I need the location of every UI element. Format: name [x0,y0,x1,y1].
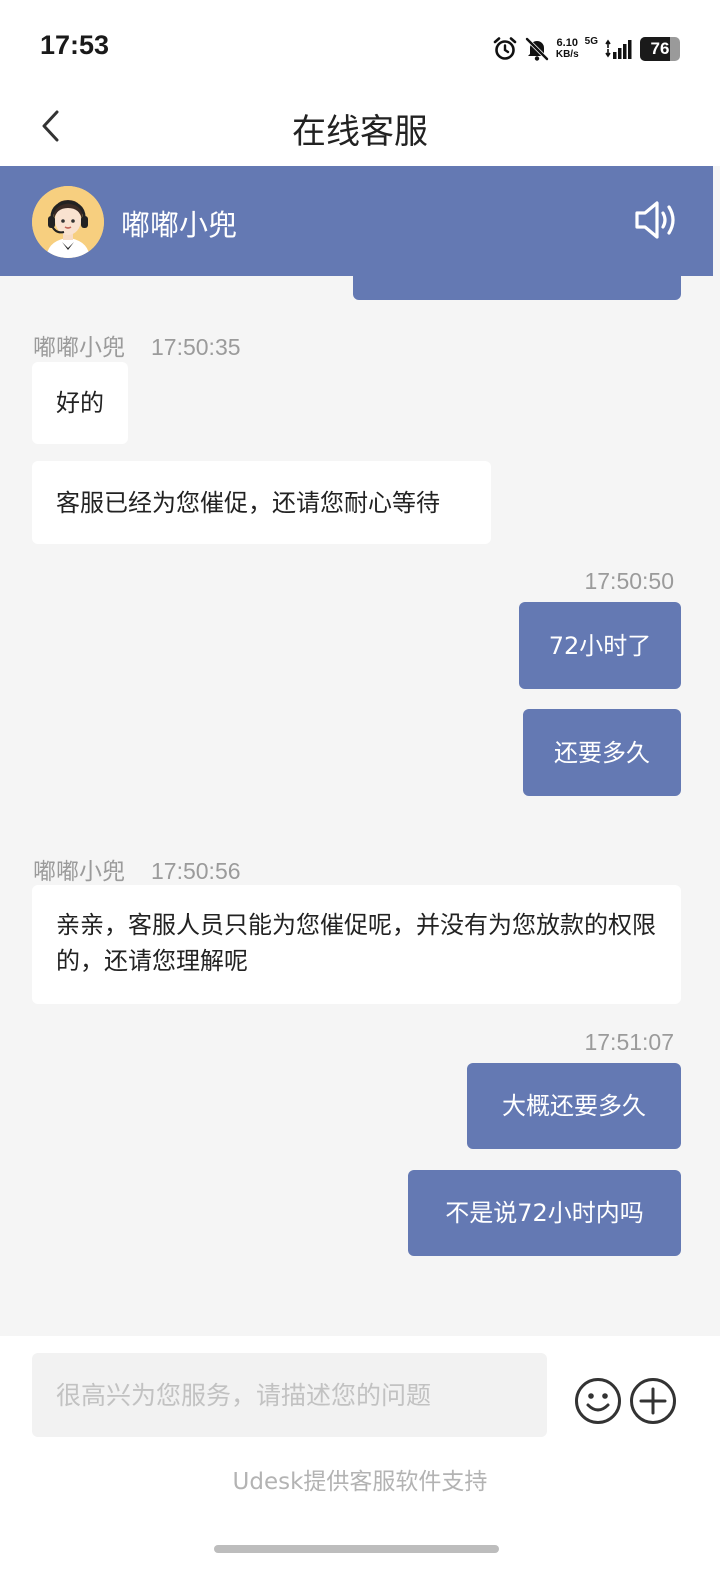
message-text: 不是说72小时内吗 [445,1199,644,1227]
agent-name: 嘟嘟小兜 [121,208,238,242]
emoji-button[interactable] [574,1377,622,1425]
message-text: 还要多久 [554,738,650,767]
message-meta: 嘟嘟小兜 17:50:35 [33,328,241,362]
message-time: 17:50:50 [584,568,674,594]
incoming-message-bubble: 亲亲，客服人员只能为您催促呢，并没有为您放款的权限的，还请您理解呢 [32,885,681,1004]
agent-header: 嘟嘟小兜 [0,166,713,276]
message-text: 大概还要多久 [502,1092,646,1120]
bell-off-icon [525,37,549,61]
message-time: 17:51:07 [584,1029,674,1055]
incoming-message-bubble: 客服已经为您催促，还请您耐心等待 [32,461,491,544]
message-input[interactable] [32,1353,547,1437]
message-text: 亲亲，客服人员只能为您催促呢，并没有为您放款的权限的，还请您理解呢 [56,911,656,975]
battery-icon: 76 [640,37,680,61]
message-text: 客服已经为您催促，还请您耐心等待 [56,488,440,517]
status-icons: 6.10 KB/s 5G 76 [492,34,680,64]
plus-button[interactable] [629,1377,677,1425]
sender-name: 嘟嘟小兜 [33,334,125,360]
status-time: 17:53 [40,30,110,60]
alarm-icon [493,37,517,60]
input-area: Udesk提供客服软件支持 [0,1336,720,1584]
sender-name: 嘟嘟小兜 [33,858,125,884]
incoming-message-bubble: 好的 [32,362,128,444]
battery-level: 76 [650,39,670,58]
message-text: 好的 [56,389,104,417]
net-speed-value: 6.10 [556,37,578,49]
agent-headset-avatar-icon [32,186,104,258]
powered-by-text: Udesk提供客服软件支持 [232,1469,488,1495]
signal-icon [605,39,632,59]
page-title: 在线客服 [292,112,428,152]
network-type: 5G [584,35,598,47]
net-speed: 6.10 KB/s [556,37,579,61]
message-time: 17:50:35 [151,334,241,360]
message-text: 72小时了 [548,631,652,660]
message-meta: 嘟嘟小兜 17:50:56 [33,852,241,886]
plus-icon [630,1378,676,1424]
outgoing-message-bubble: 72小时了 [519,602,681,689]
message-time: 17:50:56 [151,858,241,884]
outgoing-message-bubble-partial [353,276,681,300]
outgoing-message-bubble: 不是说72小时内吗 [408,1170,681,1256]
outgoing-message-bubble: 还要多久 [523,709,681,796]
avatar [32,186,104,258]
net-speed-unit: KB/s [555,49,579,60]
nav-bar: 在线客服 [0,90,720,166]
chat-area[interactable]: 嘟嘟小兜 17:50:35 好的 客服已经为您催促，还请您耐心等待 17:50:5… [0,276,713,1336]
speaker-icon [635,201,675,239]
speaker-button[interactable] [633,198,681,242]
outgoing-message-bubble: 大概还要多久 [467,1063,681,1149]
status-bar: 17:53 6.10 KB/s 5G 76 [0,0,720,90]
home-indicator[interactable] [214,1545,499,1553]
emoji-icon [575,1378,621,1424]
